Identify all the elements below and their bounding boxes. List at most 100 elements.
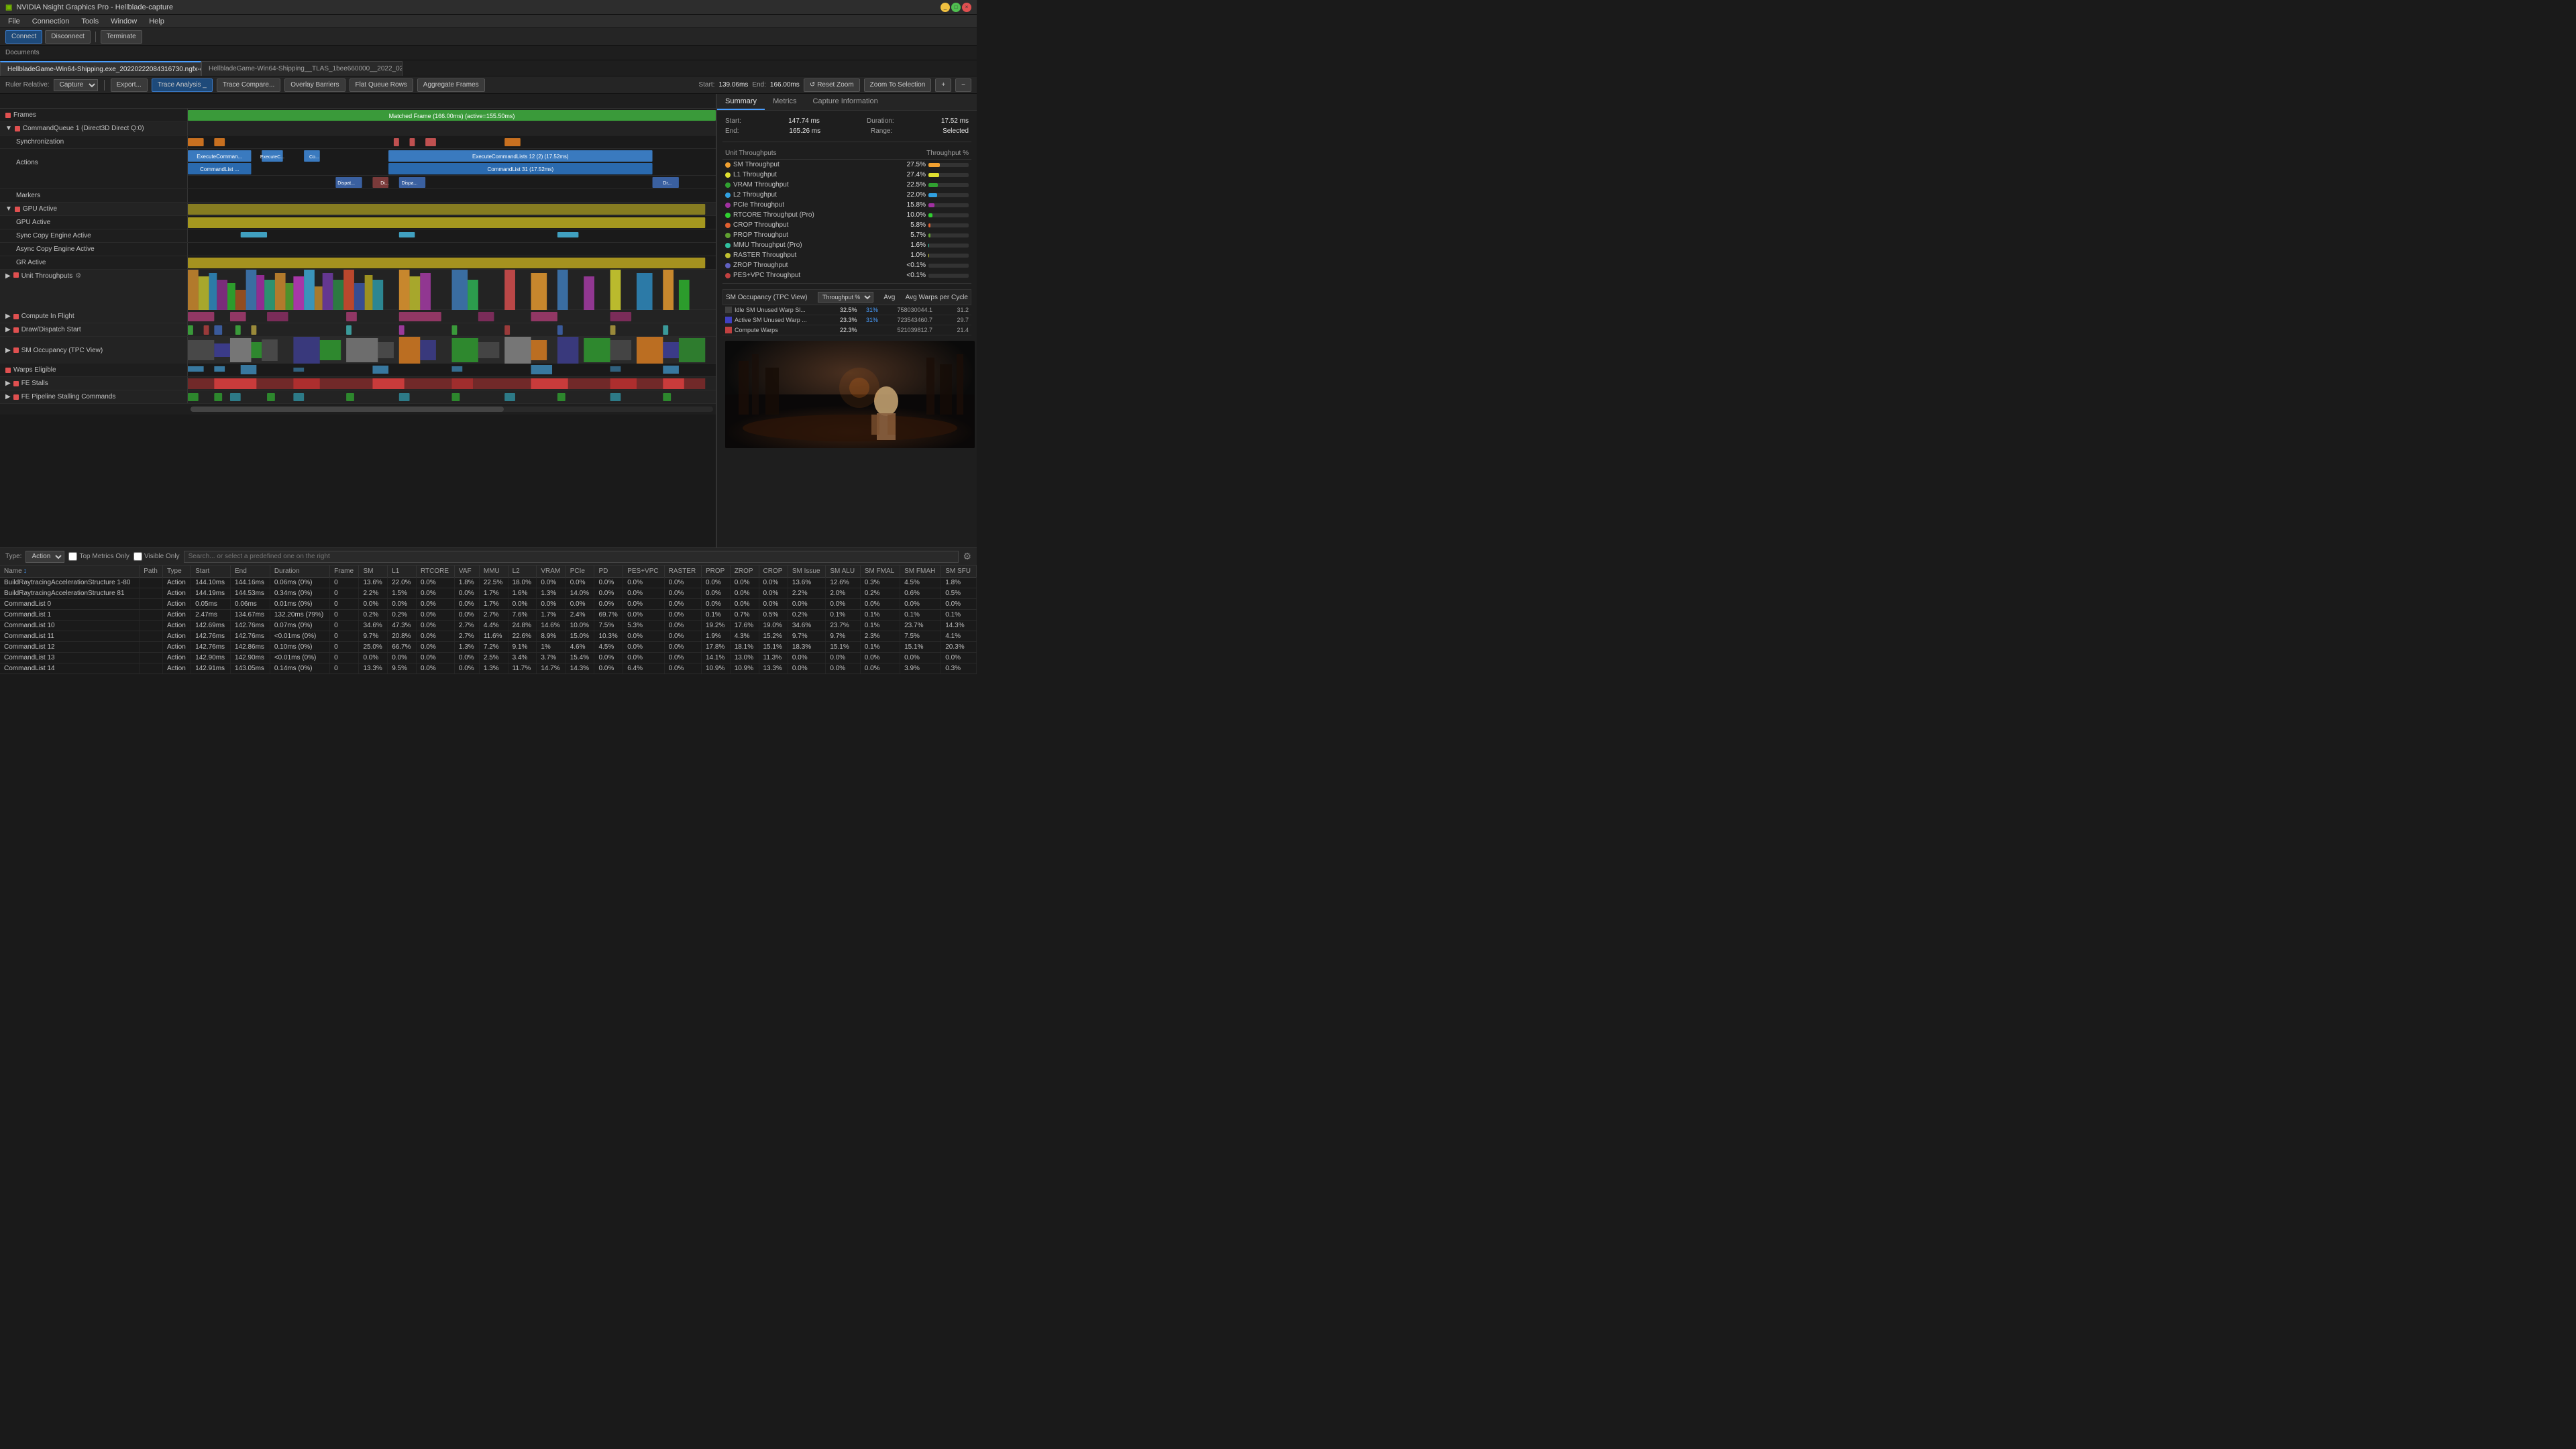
col-smsfu[interactable]: SM SFU xyxy=(941,566,977,578)
window-controls[interactable]: _ □ × xyxy=(941,3,971,12)
top-metrics-check[interactable]: Top Metrics Only xyxy=(68,552,129,561)
flat-queue-rows-button[interactable]: Flat Queue Rows xyxy=(350,78,413,92)
draw-dispatch-expand[interactable]: ▶ xyxy=(5,326,11,333)
menu-window[interactable]: Window xyxy=(105,15,142,28)
actions-track[interactable]: ExecuteComman... ExecuteC... Co... Execu… xyxy=(188,149,716,176)
col-pcie[interactable]: PCIe xyxy=(566,566,594,578)
aggregate-frames-button[interactable]: Aggregate Frames xyxy=(417,78,485,92)
table-row[interactable]: CommandList 14Action142.91ms143.05ms0.14… xyxy=(0,663,977,674)
col-smfmah[interactable]: SM FMAH xyxy=(900,566,941,578)
fe-pipeline-label[interactable]: ▶ FE Pipeline Stalling Commands xyxy=(0,390,188,403)
menu-connection[interactable]: Connection xyxy=(27,15,75,28)
compute-expand[interactable]: ▶ xyxy=(5,313,11,320)
warps-eligible-track[interactable] xyxy=(188,364,716,376)
fe-stalls-expand[interactable]: ▶ xyxy=(5,380,11,387)
compute-inflight-label[interactable]: ▶ Compute In Flight xyxy=(0,310,188,323)
tab-metrics[interactable]: Metrics xyxy=(765,94,804,110)
minimize-button[interactable]: _ xyxy=(941,3,950,12)
top-metrics-checkbox[interactable] xyxy=(68,552,77,561)
ruler-relative-select[interactable]: Capture xyxy=(54,79,98,91)
sync-copy-track[interactable] xyxy=(188,229,716,242)
reset-zoom-button[interactable]: ↺ Reset Zoom xyxy=(804,78,860,92)
trace-analysis-button[interactable]: Trace Analysis _ xyxy=(152,78,213,92)
col-pd[interactable]: PD xyxy=(594,566,623,578)
sm-occupancy-expand[interactable]: ▶ xyxy=(5,347,11,354)
table-row[interactable]: CommandList 12Action142.76ms142.86ms0.10… xyxy=(0,642,977,653)
zoom-in-button[interactable]: + xyxy=(935,78,951,92)
frames-track[interactable]: Matched Frame (166.00ms) (active=155.50m… xyxy=(188,109,716,121)
col-rtcore[interactable]: RTCORE xyxy=(416,566,454,578)
gpu-active-track[interactable] xyxy=(188,216,716,229)
table-row[interactable]: CommandList 1Action2.47ms134.67ms132.20m… xyxy=(0,610,977,621)
export-button[interactable]: Export... xyxy=(111,78,148,92)
timeline-scrollbar-thumb[interactable] xyxy=(191,407,504,412)
cmdqueue-expand[interactable]: ▼ xyxy=(5,125,12,132)
maximize-button[interactable]: □ xyxy=(951,3,961,12)
data-table[interactable]: Name↕ Path Type Start End Duration Frame… xyxy=(0,566,977,682)
type-select[interactable]: Action xyxy=(25,551,64,563)
col-mmu[interactable]: MMU xyxy=(479,566,508,578)
col-smissue[interactable]: SM Issue xyxy=(788,566,826,578)
visible-only-checkbox[interactable] xyxy=(133,552,142,561)
overlay-barriers-button[interactable]: Overlay Barriers xyxy=(284,78,345,92)
terminate-button[interactable]: Terminate xyxy=(101,30,142,44)
col-sm[interactable]: SM xyxy=(359,566,388,578)
table-row[interactable]: CommandList 0Action0.05ms0.06ms0.01ms (0… xyxy=(0,599,977,610)
sync-track[interactable] xyxy=(188,136,716,148)
async-copy-track[interactable] xyxy=(188,243,716,256)
connect-button[interactable]: Connect xyxy=(5,30,42,44)
col-vram[interactable]: VRAM xyxy=(537,566,566,578)
gpu-expand[interactable]: ▼ xyxy=(5,205,12,213)
col-l2[interactable]: L2 xyxy=(508,566,537,578)
table-row[interactable]: CommandList 10Action142.69ms142.76ms0.07… xyxy=(0,621,977,631)
col-smfmal[interactable]: SM FMAL xyxy=(860,566,900,578)
col-end[interactable]: End xyxy=(230,566,270,578)
col-raster[interactable]: RASTER xyxy=(664,566,701,578)
col-crop[interactable]: CROP xyxy=(759,566,788,578)
gr-active-track[interactable] xyxy=(188,256,716,269)
sm-select[interactable]: Throughput % xyxy=(818,292,873,303)
table-row[interactable]: CommandList 13Action142.90ms142.90ms<0.0… xyxy=(0,653,977,663)
unit-throughput-expand[interactable]: ▶ xyxy=(5,272,11,280)
col-duration[interactable]: Duration xyxy=(270,566,329,578)
zoom-to-selection-button[interactable]: Zoom To Selection xyxy=(864,78,932,92)
compute-inflight-track[interactable] xyxy=(188,310,716,323)
unit-throughput-label[interactable]: ▶ Unit Throughputs ⚙ xyxy=(0,270,188,310)
right-content[interactable]: Start: 147.74 ms Duration: 17.52 ms End:… xyxy=(717,111,977,547)
unit-throughput-gear[interactable]: ⚙ xyxy=(75,272,81,280)
fe-pipeline-track[interactable] xyxy=(188,390,716,403)
timeline-scrollbar-track[interactable] xyxy=(191,407,713,412)
timeline-scrollbar[interactable] xyxy=(0,404,716,415)
col-pesvpc[interactable]: PES+VPC xyxy=(623,566,664,578)
table-row[interactable]: CommandList 11Action142.76ms142.76ms<0.0… xyxy=(0,631,977,642)
col-path[interactable]: Path xyxy=(140,566,163,578)
cmdqueue-label[interactable]: ▼ CommandQueue 1 (Direct3D Direct Q:0) xyxy=(0,122,188,135)
markers-track[interactable] xyxy=(188,189,716,202)
col-zrop[interactable]: ZROP xyxy=(730,566,759,578)
menu-help[interactable]: Help xyxy=(144,15,170,28)
col-frame[interactable]: Frame xyxy=(330,566,359,578)
menu-tools[interactable]: Tools xyxy=(76,15,104,28)
col-start[interactable]: Start xyxy=(191,566,231,578)
sm-occupancy-label[interactable]: ▶ SM Occupancy (TPC View) xyxy=(0,337,188,364)
sm-occupancy-track[interactable] xyxy=(188,337,716,364)
col-smalu[interactable]: SM ALU xyxy=(826,566,860,578)
col-type[interactable]: Type xyxy=(162,566,191,578)
zoom-out-button[interactable]: − xyxy=(955,78,971,92)
draw-dispatch-track[interactable] xyxy=(188,323,716,336)
dispatch-track[interactable]: Dispat... Di... Dispa... Dr... xyxy=(188,176,716,189)
cmdqueue-track[interactable] xyxy=(188,122,716,135)
unit-throughput-track[interactable] xyxy=(188,270,716,310)
draw-dispatch-label[interactable]: ▶ Draw/Dispatch Start xyxy=(0,323,188,336)
col-prop[interactable]: PROP xyxy=(702,566,731,578)
col-vaf[interactable]: VAF xyxy=(454,566,479,578)
disconnect-button[interactable]: Disconnect xyxy=(45,30,90,44)
trace-compare-button[interactable]: Trace Compare... xyxy=(217,78,280,92)
table-row[interactable]: BuildRaytracingAccelerationStructure 81A… xyxy=(0,588,977,599)
fe-stalls-label[interactable]: ▶ FE Stalls xyxy=(0,377,188,390)
tab-0[interactable]: HellbladeGame-Win64-Shipping.exe_2022022… xyxy=(0,61,201,76)
tab-capture-info[interactable]: Capture Information xyxy=(805,94,886,110)
close-button[interactable]: × xyxy=(962,3,971,12)
menu-file[interactable]: File xyxy=(3,15,25,28)
tab-summary[interactable]: Summary xyxy=(717,94,765,110)
